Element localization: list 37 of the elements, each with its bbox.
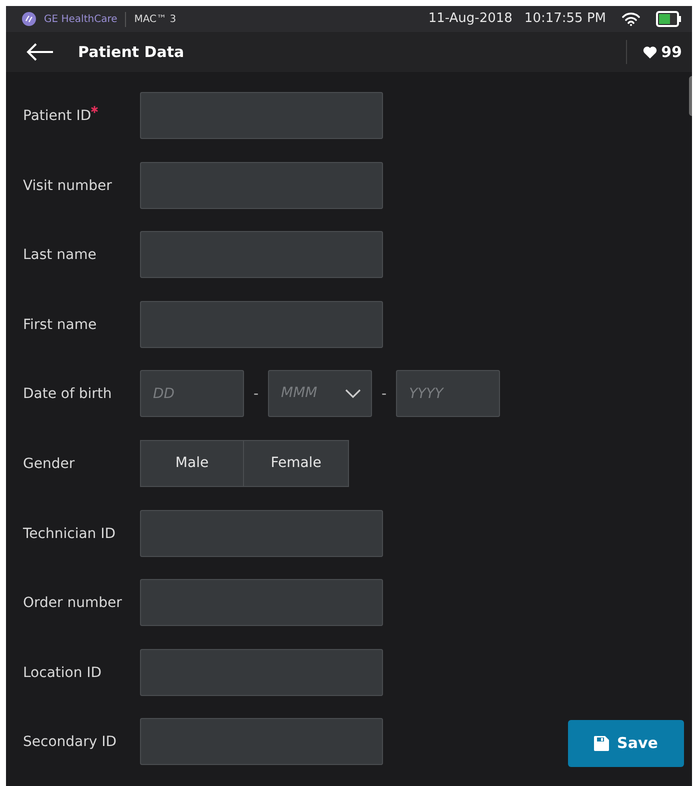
date-separator: - <box>252 385 260 404</box>
day-field[interactable]: DD <box>140 370 244 418</box>
field-label: Visit number <box>23 176 113 196</box>
input-field[interactable] <box>140 162 383 209</box>
input-field[interactable] <box>140 300 383 348</box>
save-button[interactable]: Save <box>568 720 684 767</box>
gender-option[interactable]: Female <box>244 440 349 487</box>
back-icon[interactable] <box>26 43 54 61</box>
input-field[interactable] <box>140 510 383 557</box>
field-label: Patient ID <box>23 106 140 127</box>
logo-icon <box>22 12 36 26</box>
input-field[interactable] <box>140 579 383 626</box>
input-field[interactable] <box>140 92 383 139</box>
wifi-icon <box>622 12 640 26</box>
product-name: MAC™ 3 <box>125 12 176 26</box>
field-label: Order number <box>23 594 123 614</box>
field-label: Location ID <box>23 664 103 683</box>
year-field[interactable]: YYYY <box>396 370 500 418</box>
page-title: Patient Data <box>78 42 184 63</box>
brand-name: GE HealthCare <box>44 12 118 26</box>
time-text: 10:17:55 PM <box>524 10 606 28</box>
gender-option[interactable]: Male <box>140 440 244 487</box>
field-label: Technician ID <box>23 524 117 544</box>
heart-icon <box>643 46 658 58</box>
field-label: First name <box>23 316 98 335</box>
field-label: Secondary ID <box>23 733 118 752</box>
date-text: 11-Aug-2018 <box>428 10 512 28</box>
heart-rate: 99 <box>661 42 682 63</box>
date-separator: - <box>380 385 388 404</box>
field-label: Date of birth <box>23 385 113 404</box>
field-label: Last name <box>23 246 98 266</box>
battery-icon <box>656 11 682 27</box>
chevron-down-icon <box>345 389 361 398</box>
field-label: Gender <box>23 454 76 474</box>
input-field[interactable] <box>140 718 383 766</box>
input-field[interactable] <box>140 648 383 696</box>
input-field[interactable] <box>140 231 383 278</box>
